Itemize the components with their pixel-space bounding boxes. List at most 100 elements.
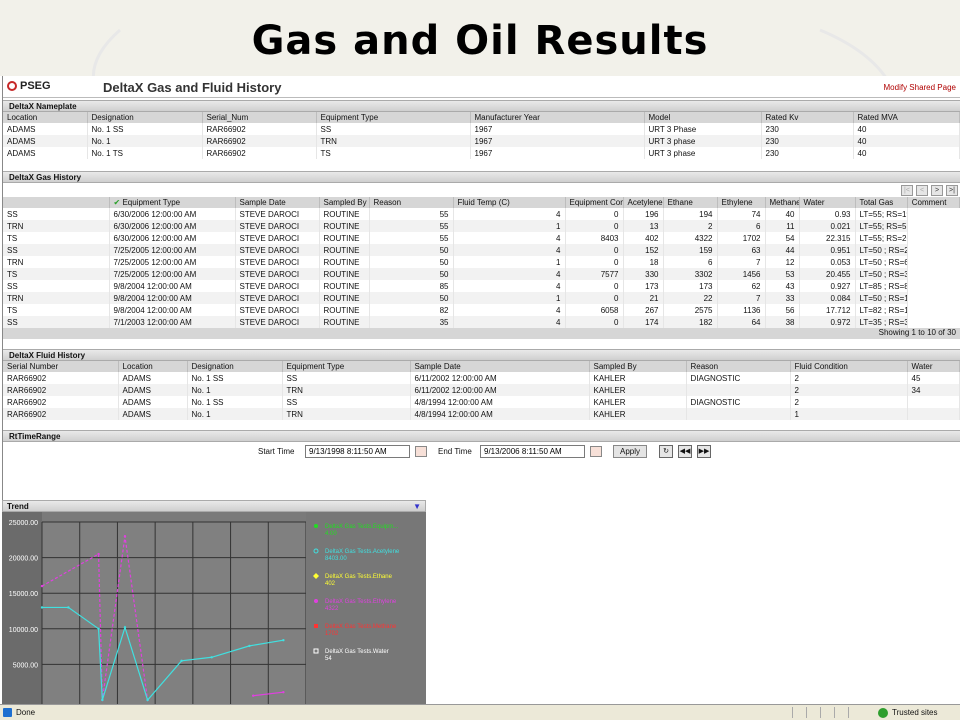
column-header[interactable]: Rated Kv xyxy=(761,112,854,123)
table-cell: 43 xyxy=(765,280,800,292)
column-header[interactable]: ✔ Equipment Type xyxy=(109,197,236,208)
select-all-header[interactable] xyxy=(3,197,110,208)
column-header[interactable]: Ethane xyxy=(663,197,718,208)
column-header[interactable]: Sample Date xyxy=(410,361,590,372)
table-cell: 53 xyxy=(765,268,800,280)
column-header[interactable]: Fluid Temp (C) xyxy=(453,197,566,208)
table-cell: 4 xyxy=(453,268,566,280)
table-cell: 4 xyxy=(453,244,566,256)
column-header[interactable]: Model xyxy=(644,112,762,123)
column-header[interactable]: Equipment Type xyxy=(282,361,411,372)
table-row[interactable]: TS 9/8/2004 12:00:00 AM STEVE DAROCI ROUTIN… xyxy=(3,304,960,316)
table-cell: 17.712 xyxy=(799,304,856,316)
table-cell: ROUTINE xyxy=(319,292,370,304)
end-time-input[interactable] xyxy=(480,445,585,458)
table-row[interactable]: RAR66902 ADAMS No. 1 TRN 6/11/2002 12:00:00 … xyxy=(3,384,960,396)
table-cell: 0 xyxy=(565,280,624,292)
data-point xyxy=(67,606,70,609)
last-page-button[interactable]: >| xyxy=(946,184,958,196)
column-header[interactable]: Serial Number xyxy=(3,361,119,372)
column-header[interactable]: Sampled By xyxy=(589,361,687,372)
column-header[interactable]: Sample Date xyxy=(235,197,320,208)
table-row[interactable]: SS 7/25/2005 12:00:00 AM STEVE DAROCI ROUTI… xyxy=(3,244,960,256)
table-cell: STEVE DAROCI xyxy=(235,304,320,316)
column-header[interactable]: Manufacturer Year xyxy=(470,112,645,123)
table-cell: 50 xyxy=(369,268,454,280)
table-cell: 4 xyxy=(453,316,566,328)
table-cell: ROUTINE xyxy=(319,232,370,244)
column-header[interactable]: Sampled By xyxy=(319,197,370,208)
table-row[interactable]: TRN 9/8/2004 12:00:00 AM STEVE DAROCI ROUTI… xyxy=(3,292,960,304)
checkmark-icon[interactable]: ✔ xyxy=(114,198,123,207)
trend-panel: Trend ▼ 25000.00 20000.00 15000.00 10000.00… xyxy=(2,500,426,704)
table-cell: 55 xyxy=(369,232,454,244)
column-header[interactable]: Equipment Type xyxy=(316,112,471,123)
table-row[interactable]: SS 7/1/2003 12:00:00 AM STEVE DAROCI ROUTIN… xyxy=(3,316,960,328)
status-cell xyxy=(792,707,804,718)
column-header[interactable]: Water xyxy=(799,197,856,208)
table-row[interactable]: ADAMS No. 1 TS RAR66902 TS 1967 URT 3 phase 23… xyxy=(3,147,960,159)
legend-value: 8403.00 xyxy=(325,556,347,562)
prev-page-button[interactable]: < xyxy=(916,184,928,196)
table-row[interactable]: TS 6/30/2006 12:00:00 AM STEVE DAROCI ROUTI… xyxy=(3,232,960,244)
table-row[interactable]: TRN 7/25/2005 12:00:00 AM STEVE DAROCI ROUT… xyxy=(3,256,960,268)
legend-value: 54 xyxy=(325,656,332,662)
column-header[interactable]: Reason xyxy=(369,197,454,208)
apply-button[interactable]: Apply xyxy=(613,445,647,458)
table-row[interactable]: SS 9/8/2004 12:00:00 AM STEVE DAROCI ROUTIN… xyxy=(3,280,960,292)
table-cell: No. 1 xyxy=(187,384,283,396)
table-row[interactable]: RAR66902 ADAMS No. 1 SS SS 4/8/1994 12:00:00… xyxy=(3,396,960,408)
table-cell: 1702 xyxy=(717,232,766,244)
table-cell: 33 xyxy=(765,292,800,304)
column-header[interactable]: Fluid Condition xyxy=(790,361,908,372)
table-cell: 13 xyxy=(623,220,664,232)
table-cell: 1 xyxy=(790,408,908,420)
table-row[interactable]: RAR66902 ADAMS No. 1 TRN 4/8/1994 12:00:00 A… xyxy=(3,408,960,420)
column-header[interactable]: Location xyxy=(118,361,188,372)
column-header[interactable]: Equipment Condtion xyxy=(565,197,624,208)
y-tick-label: 20000.00 xyxy=(9,556,38,563)
legend-panel xyxy=(306,512,426,704)
table-cell: 230 xyxy=(761,147,854,159)
column-header[interactable]: Ethylene xyxy=(717,197,766,208)
column-header[interactable]: Methane xyxy=(765,197,800,208)
table-cell: SS xyxy=(282,396,411,408)
table-cell: No. 1 xyxy=(187,408,283,420)
trend-menu-icon[interactable]: ▼ xyxy=(413,502,421,511)
table-row[interactable]: ADAMS No. 1 SS RAR66902 SS 1967 URT 3 Phase 23… xyxy=(3,123,960,135)
column-header[interactable]: Reason xyxy=(686,361,791,372)
legend-value: 4322 xyxy=(325,606,339,612)
refresh-time-icon[interactable]: ↻ xyxy=(659,445,673,458)
first-page-button[interactable]: |< xyxy=(901,184,913,196)
table-cell: DIAGNOSTIC xyxy=(686,396,791,408)
table-cell: TS xyxy=(3,232,110,244)
column-header[interactable]: Location xyxy=(3,112,88,123)
table-row[interactable]: TS 7/25/2005 12:00:00 AM STEVE DAROCI ROUTI… xyxy=(3,268,960,280)
end-calendar-icon[interactable] xyxy=(590,446,602,457)
table-row[interactable]: RAR66902 ADAMS No. 1 SS SS 6/11/2002 12:00:0… xyxy=(3,372,960,384)
fast-forward-icon[interactable]: ▶▶ xyxy=(697,445,711,458)
table-row[interactable]: TRN 6/30/2006 12:00:00 AM STEVE DAROCI ROUT… xyxy=(3,220,960,232)
table-row[interactable]: SS 6/30/2006 12:00:00 AM STEVE DAROCI ROUTI… xyxy=(3,208,960,220)
modify-shared-page-link[interactable]: Modify Shared Page xyxy=(884,83,957,92)
column-header[interactable]: Designation xyxy=(187,361,283,372)
table-cell: ADAMS xyxy=(118,384,188,396)
table-cell: ROUTINE xyxy=(319,244,370,256)
column-header[interactable]: Comment xyxy=(907,197,960,208)
table-row[interactable]: ADAMS No. 1 RAR66902 TRN 1967 URT 3 phase 230 4… xyxy=(3,135,960,147)
data-point xyxy=(252,694,255,697)
table-cell: 0 xyxy=(565,220,624,232)
start-calendar-icon[interactable] xyxy=(415,446,427,457)
column-header[interactable]: Total Gas xyxy=(855,197,908,208)
start-time-input[interactable] xyxy=(305,445,410,458)
table-cell: STEVE DAROCI xyxy=(235,220,320,232)
column-header[interactable]: Rated MVA xyxy=(853,112,960,123)
next-page-button[interactable]: > xyxy=(931,184,943,196)
column-header[interactable]: Water xyxy=(907,361,960,372)
column-header[interactable]: Designation xyxy=(87,112,203,123)
rewind-icon[interactable]: ◀◀ xyxy=(678,445,692,458)
table-cell: LT=55; RS=5.3% xyxy=(855,220,908,232)
slide-title-bar: Gas and Oil Results xyxy=(0,0,960,76)
column-header[interactable]: Acetylene xyxy=(623,197,664,208)
column-header[interactable]: Serial_Num xyxy=(202,112,317,123)
